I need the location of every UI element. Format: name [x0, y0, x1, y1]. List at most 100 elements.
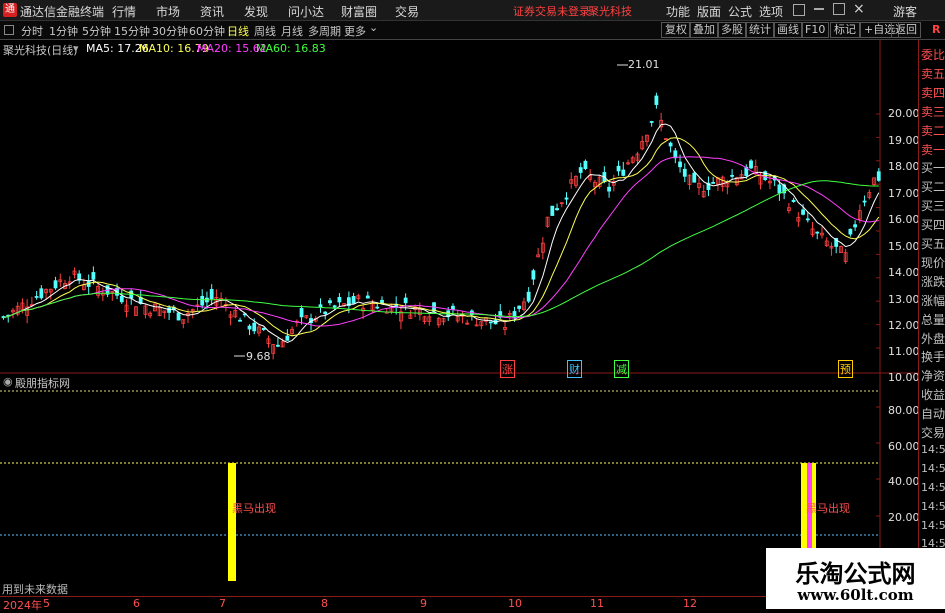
period-tab[interactable]: 60分钟 — [189, 23, 225, 39]
candle-body — [607, 186, 611, 192]
x-axis-label: 10 — [508, 597, 522, 610]
toolbar-button[interactable]: 标记 — [830, 22, 860, 38]
close-icon[interactable]: × — [853, 1, 865, 17]
title-bar: 通 通达信金融终端 行情 市场 资讯 发现 问小达 财富圈 交易 证券交易未登录… — [0, 0, 945, 21]
y-axis-label: 19.00 — [888, 134, 920, 147]
side-panel-item[interactable]: 外盘 — [921, 330, 945, 347]
candle-body — [53, 280, 58, 289]
candle-body — [39, 288, 44, 299]
menu-formula[interactable]: 公式 — [728, 3, 752, 20]
candle-body — [337, 297, 342, 303]
menu-options[interactable]: 选项 — [759, 3, 783, 20]
side-panel-item[interactable]: 买一 — [921, 159, 945, 176]
side-panel-item[interactable]: 买四 — [921, 216, 945, 233]
candle-body — [247, 325, 252, 330]
side-panel-item[interactable]: 卖一 — [921, 141, 945, 158]
side-panel-item[interactable]: 14:50 — [921, 443, 945, 456]
y-axis-label: 17.00 — [888, 187, 920, 200]
app-logo-icon: 通 — [3, 3, 17, 17]
period-tab[interactable]: 月线 — [281, 23, 303, 39]
event-marker[interactable]: 预 — [838, 360, 853, 378]
candle-body — [749, 160, 753, 169]
minimize-icon[interactable] — [814, 8, 824, 10]
current-stock-name: 聚光科技 — [588, 5, 632, 18]
menu-quotes[interactable]: 行情 — [112, 3, 136, 20]
candle-body — [365, 295, 370, 299]
toolbar-button[interactable]: 叠加 — [689, 22, 719, 38]
quote-side-panel[interactable]: 委比卖五卖四卖三卖二卖一 买一买二买三买四买五现价涨跌涨幅总量外盘 换手净资收益自动… — [918, 40, 945, 609]
candle-body — [299, 308, 304, 318]
side-panel-item[interactable]: 卖三 — [921, 103, 945, 120]
menu-layout[interactable]: 版面 — [697, 3, 721, 20]
layout-icon[interactable] — [793, 4, 805, 16]
guest-label[interactable]: 游客 — [893, 3, 917, 20]
period-tab[interactable]: 周线 — [254, 23, 276, 39]
side-panel-item[interactable]: 现价 — [921, 254, 945, 271]
period-tab[interactable]: 1分钟 — [49, 23, 78, 39]
maximize-icon[interactable] — [833, 3, 845, 15]
event-marker[interactable]: 减 — [614, 360, 629, 378]
stock-title: 聚光科技(日线) — [3, 44, 78, 57]
menu-wealth[interactable]: 财富圈 — [341, 3, 377, 20]
side-panel-item[interactable]: 买二 — [921, 178, 945, 195]
menu-market[interactable]: 市场 — [156, 3, 180, 20]
side-panel-item[interactable]: 14:50 — [921, 481, 945, 494]
signal-label: 黑马出现 — [232, 502, 276, 515]
side-panel-item[interactable]: 净资 — [921, 367, 945, 384]
side-panel-item[interactable]: 换手 — [921, 348, 945, 365]
candle-body — [578, 167, 583, 173]
menu-ask[interactable]: 问小达 — [288, 3, 324, 20]
menu-trade[interactable]: 交易 — [395, 3, 419, 20]
candle-body — [252, 322, 257, 332]
period-tab[interactable]: 30分钟 — [152, 23, 188, 39]
r-icon[interactable]: R — [932, 23, 940, 36]
trade-login-notice[interactable]: 证券交易未登录 — [513, 3, 590, 19]
toolbar-button[interactable]: 复权 — [661, 22, 691, 38]
candle-body — [876, 171, 881, 181]
side-panel-item[interactable]: 卖四 — [921, 84, 945, 101]
side-panel-item[interactable]: 交易 — [921, 424, 945, 441]
side-panel-item[interactable]: 买五 — [921, 235, 945, 252]
chevron-down-icon[interactable]: ▾ — [73, 42, 79, 55]
side-panel-item[interactable]: 委比 — [921, 46, 945, 63]
x-axis-label: 5 — [43, 597, 50, 610]
back-button[interactable]: 返回 — [891, 22, 921, 38]
side-panel-item[interactable]: 14:50 — [921, 500, 945, 513]
menu-news[interactable]: 资讯 — [200, 3, 224, 20]
side-panel-item[interactable]: 卖二 — [921, 122, 945, 139]
side-panel-item[interactable]: 收益 — [921, 386, 945, 403]
settings-icon[interactable]: ◉ — [3, 375, 13, 388]
side-panel-item[interactable]: 自动 — [921, 405, 945, 422]
menu-discover[interactable]: 发现 — [244, 3, 268, 20]
event-marker[interactable]: 财 — [567, 360, 582, 378]
side-panel-item[interactable]: 涨跌 — [921, 273, 945, 290]
y-axis-label: 15.00 — [888, 240, 920, 253]
period-tab-more[interactable]: 更多 — [344, 23, 366, 39]
toolbar-button[interactable]: 画线 — [773, 22, 803, 38]
chevron-down-icon[interactable]: ⌄ — [369, 21, 378, 34]
period-tab[interactable]: 多周期 — [308, 23, 341, 39]
toolbar-button[interactable]: 多股 — [717, 22, 747, 38]
candle-body — [238, 319, 242, 322]
side-panel-item[interactable]: 总量 — [921, 311, 945, 328]
side-panel-item[interactable]: 买三 — [921, 197, 945, 214]
signal-bar — [228, 463, 236, 581]
side-panel-item[interactable]: 卖五 — [921, 65, 945, 82]
period-tab[interactable]: 分时 — [21, 23, 43, 39]
candle-body — [791, 199, 796, 202]
menu-function[interactable]: 功能 — [666, 3, 690, 20]
side-panel-item[interactable]: 14:50 — [921, 462, 945, 475]
candle-body — [550, 205, 555, 216]
panel-toggle-icon[interactable] — [4, 25, 14, 35]
kline-chart[interactable] — [0, 40, 918, 609]
period-tab[interactable]: 5分钟 — [82, 23, 111, 39]
toolbar-button[interactable]: 统计 — [745, 22, 775, 38]
period-tab[interactable]: 15分钟 — [114, 23, 150, 39]
period-tab-active[interactable]: 日线 — [227, 23, 249, 39]
side-panel-item[interactable]: 涨幅 — [921, 292, 945, 309]
toolbar-button[interactable]: F10 — [801, 22, 830, 38]
candle-body — [621, 169, 626, 176]
event-marker[interactable]: 涨 — [500, 360, 515, 378]
candle-body — [332, 305, 337, 308]
side-panel-item[interactable]: 14:50 — [921, 519, 945, 532]
